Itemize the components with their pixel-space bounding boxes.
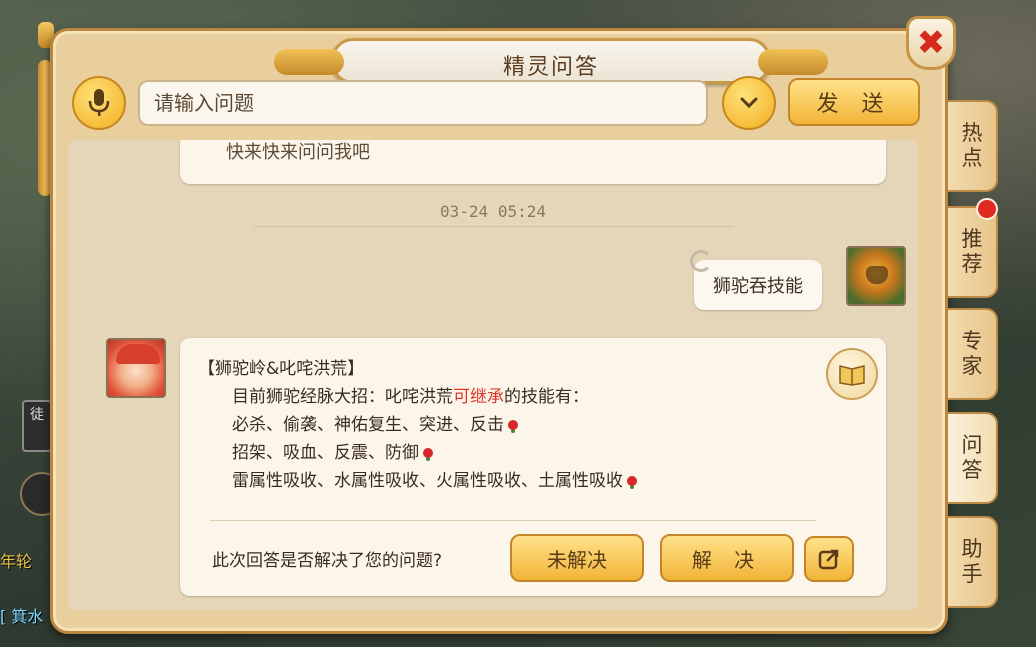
- notification-dot: [976, 198, 998, 220]
- chevron-down-icon: [740, 97, 758, 109]
- background-tile: 徒: [22, 400, 52, 452]
- solved-button[interactable]: 解 决: [660, 534, 794, 582]
- window-title: 精灵问答: [502, 55, 599, 80]
- tab-label: 问: [961, 432, 983, 457]
- close-button[interactable]: ✖: [906, 16, 956, 70]
- tab-label: 点: [961, 146, 983, 170]
- close-icon: ✖: [916, 23, 946, 63]
- share-icon: [818, 549, 839, 570]
- tab-assistant[interactable]: 助 手: [948, 516, 998, 608]
- chat-area[interactable]: 快来快来问问我吧 03-24 05:24 狮驼吞技能 【狮驼岭&叱咤洪荒】 目前…: [68, 140, 918, 610]
- assistant-message-bubble: 【狮驼岭&叱咤洪荒】 目前狮驼经脉大招：叱咤洪荒可继承的技能有： 必杀、偷袭、神…: [180, 338, 886, 596]
- title-plate: 精灵问答: [274, 38, 828, 84]
- answer-text: 招架、吸血、反震、防御: [232, 443, 419, 463]
- tab-label: 热: [961, 120, 983, 145]
- answer-line: 必杀、偷袭、神佑复生、突进、反击: [232, 410, 518, 435]
- tab-label: 手: [961, 562, 983, 586]
- previous-message-bubble: 快来快来问问我吧: [180, 140, 886, 184]
- knowledge-book-button[interactable]: [826, 348, 878, 400]
- swirl-icon: [690, 250, 712, 272]
- unsolved-button[interactable]: 未解决: [510, 534, 644, 582]
- feedback-question: 此次回答是否解决了您的问题?: [212, 551, 443, 571]
- tab-label: 专: [961, 328, 983, 353]
- rose-icon: [423, 448, 433, 458]
- send-button[interactable]: 发 送: [788, 78, 920, 126]
- answer-highlight: 可继承: [453, 387, 504, 407]
- microphone-icon: [88, 89, 110, 116]
- timestamp-divider: [254, 226, 734, 227]
- voice-input-button[interactable]: [72, 76, 126, 130]
- message-timestamp: 03-24 05:24: [440, 202, 546, 221]
- tab-label: 荐: [961, 252, 983, 276]
- tab-label: 答: [961, 458, 983, 482]
- answer-title: 【狮驼岭&叱咤洪荒】: [198, 359, 365, 379]
- answer-text: 的技能有：: [504, 387, 589, 407]
- rose-icon: [508, 420, 518, 430]
- answer-text: 雷属性吸收、水属性吸收、火属性吸收、土属性吸收: [232, 471, 623, 491]
- tab-recommend[interactable]: 推 荐: [948, 206, 998, 298]
- answer-text: 必杀、偷袭、神佑复生、突进、反击: [232, 415, 504, 435]
- tab-label: 推: [961, 226, 983, 251]
- question-input[interactable]: [138, 80, 708, 126]
- answer-text: 目前狮驼经脉大招：叱咤洪荒: [232, 387, 453, 407]
- answer-line: 雷属性吸收、水属性吸收、火属性吸收、土属性吸收: [232, 466, 637, 491]
- rose-icon: [627, 476, 637, 486]
- book-icon: [839, 365, 865, 386]
- assistant-avatar: [106, 338, 166, 398]
- user-message-text: 狮驼吞技能: [713, 276, 803, 297]
- user-message-bubble: 狮驼吞技能: [690, 250, 822, 310]
- background-text: 年轮: [0, 552, 33, 571]
- answer-line: 目前狮驼经脉大招：叱咤洪荒可继承的技能有：: [232, 382, 589, 407]
- title-ornament-right: [758, 49, 828, 75]
- answer-line: 招架、吸血、反震、防御: [232, 438, 433, 463]
- tab-hot[interactable]: 热 点: [948, 100, 998, 192]
- tab-label: 助: [961, 536, 983, 561]
- tab-qa[interactable]: 问 答: [948, 412, 998, 504]
- tab-label: 家: [961, 354, 983, 378]
- bubble-divider: [210, 520, 816, 521]
- share-button[interactable]: [804, 536, 854, 582]
- background-text: [ 箕水: [0, 607, 44, 626]
- previous-message-text: 快来快来问问我吧: [226, 142, 370, 163]
- history-dropdown-button[interactable]: [722, 76, 776, 130]
- user-avatar[interactable]: [846, 246, 906, 306]
- tab-expert[interactable]: 专 家: [948, 308, 998, 400]
